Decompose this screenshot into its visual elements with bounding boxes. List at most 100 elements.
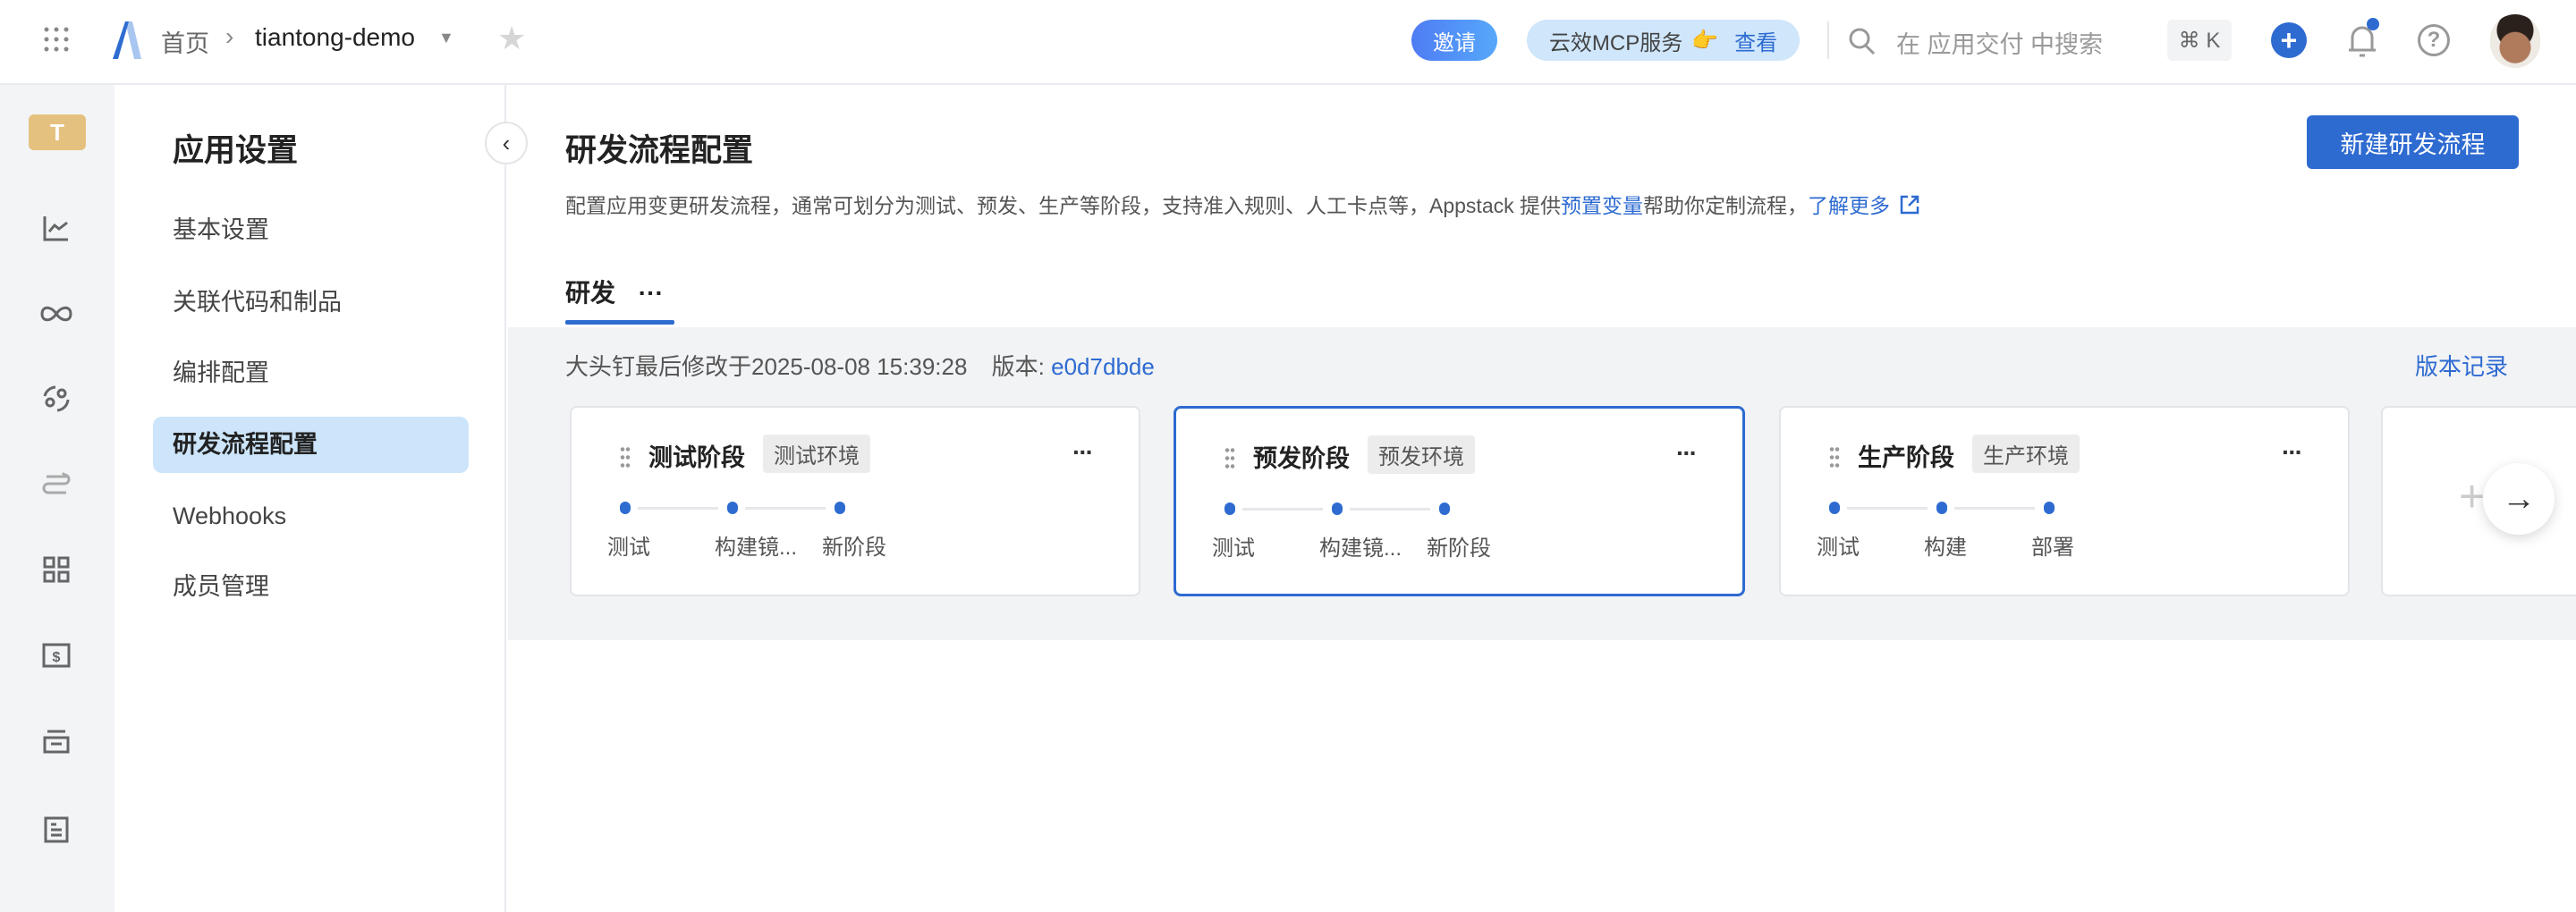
sidebar-item-members[interactable]: 成员管理 [173,569,269,604]
tab-more-icon[interactable]: ··· [639,279,664,307]
step-dot [835,502,845,514]
preset-variables-link[interactable]: 预置变量 [1561,194,1643,217]
sidebar-item-webhooks[interactable]: Webhooks [173,498,286,534]
document-icon[interactable] [36,809,77,850]
step-connector [1847,507,1928,510]
description-suffix: 帮助你定制流程， [1643,194,1808,217]
learn-more-link[interactable]: 了解更多 [1808,194,1890,217]
step-label[interactable]: 构建镜... [1319,530,1402,562]
search-placeholder: 在 应用交付 中搜索 [1896,31,2104,58]
more-icon[interactable]: ··· [2282,438,2303,467]
modified-info: 大头钉最后修改于2025-08-08 15:39:28 版本: e0d7dbde [565,349,1155,382]
step-dot [1224,502,1235,515]
project-avatar[interactable]: T [29,114,86,150]
step-label[interactable]: 部署 [2031,529,2074,561]
invite-button[interactable]: 邀请 [1411,20,1497,61]
modified-text: 大头钉最后修改于2025-08-08 15:39:28 [565,353,968,380]
search-icon [1849,28,1876,55]
top-bar: 首页 › tiantong-demo ▼ ★ 邀请 云效MCP服务 👉 查看 在… [0,0,2576,85]
step-connector [1350,508,1430,511]
step-label[interactable]: 测试 [1817,529,1860,561]
version-history-link[interactable]: 版本记录 [2415,349,2508,382]
mcp-service-pill[interactable]: 云效MCP服务 👉 查看 [1527,20,1800,61]
collapse-sidebar-button[interactable]: ‹ [485,122,528,165]
breadcrumb-home[interactable]: 首页 [161,24,209,59]
step-dot [1936,502,1947,514]
step-label[interactable]: 测试 [1212,530,1255,562]
step-dot [620,502,631,514]
plus-icon: + [2459,471,2486,521]
user-avatar[interactable] [2490,14,2540,68]
new-flow-label: 新建研发流程 [2340,131,2486,158]
step-connector [1242,508,1323,511]
step-label[interactable]: 新阶段 [1427,530,1491,562]
step-connector [745,507,826,510]
more-icon[interactable]: ··· [1676,439,1698,468]
scroll-right-button[interactable]: → [2483,463,2555,535]
stage-card-staging[interactable]: 预发阶段 预发环境 ··· 测试 构建镜... 新阶段 [1174,406,1745,596]
more-icon[interactable]: ··· [1072,438,1094,467]
sidebar-item-linked-code[interactable]: 关联代码和制品 [173,284,342,320]
project-name[interactable]: tiantong-demo [255,23,415,52]
tab-dev-label: 研发 [565,279,616,307]
flow-switch-icon[interactable] [36,464,77,505]
page-description: 配置应用变更研发流程，通常可划分为测试、预发、生产等阶段，支持准入规则、人工卡点… [565,189,1920,219]
step-dot [2044,502,2055,514]
version-label: 版本: [991,353,1045,380]
sidebar-item-basic-settings[interactable]: 基本设置 [173,212,269,248]
step-dot [1829,502,1840,514]
stage-name: 生产阶段 [1858,444,1954,471]
env-tag: 测试环境 [763,435,870,473]
env-tag: 生产环境 [1972,435,2080,473]
mcp-view-link[interactable]: 查看 [1734,25,1777,56]
svg-text:$: $ [53,650,61,665]
billing-dollar-icon[interactable]: $ [36,635,77,676]
stage-card-test[interactable]: 测试阶段 测试环境 ··· 测试 构建镜... 新阶段 [570,406,1140,596]
cycle-icon[interactable] [36,378,77,419]
shortcut-label: ⌘ K [2178,28,2221,53]
stage-name: 测试阶段 [648,444,745,471]
step-connector [638,507,718,510]
shortcut-badge: ⌘ K [2167,20,2232,61]
sidebar-title: 应用设置 [173,133,299,168]
drag-handle-icon[interactable] [1829,445,1840,469]
drag-handle-icon[interactable] [620,445,631,469]
archive-icon[interactable] [36,721,77,762]
grid-apps-icon[interactable] [36,549,77,590]
description-text: 配置应用变更研发流程，通常可划分为测试、预发、生产等阶段，支持准入规则、人工卡点… [565,194,1561,217]
star-icon[interactable]: ★ [497,20,526,57]
invite-label: 邀请 [1433,30,1476,55]
env-tag: 预发环境 [1368,435,1475,474]
step-connector [1954,507,2035,510]
step-dot [1439,502,1450,515]
stage-name: 预发阶段 [1253,445,1350,472]
chart-line-icon[interactable] [36,207,77,249]
version-link[interactable]: e0d7dbde [1051,353,1155,380]
infinity-icon[interactable] [36,293,77,334]
step-label[interactable]: 构建镜... [715,529,797,561]
caret-down-icon[interactable]: ▼ [438,29,454,47]
breadcrumb-chevron-icon: › [225,22,234,50]
sidebar-item-orchestration[interactable]: 编排配置 [173,355,269,391]
search-input[interactable]: 在 应用交付 中搜索 [1848,20,2116,61]
tab-dev[interactable]: 研发 ··· [565,274,664,309]
help-icon[interactable]: ? [2418,24,2450,56]
notification-dot [2367,18,2379,30]
app-logo[interactable] [109,20,145,65]
create-plus-button[interactable]: + [2271,22,2307,58]
step-label[interactable]: 测试 [607,529,650,561]
page-title: 研发流程配置 [565,133,754,168]
tab-underline [565,320,674,325]
new-flow-button[interactable]: 新建研发流程 [2307,115,2519,169]
step-label[interactable]: 新阶段 [822,529,886,561]
drag-handle-icon[interactable] [1224,446,1235,469]
apps-grid-icon[interactable] [41,24,72,55]
step-dot [727,502,738,514]
bell-icon[interactable] [2345,18,2379,59]
stage-card-production[interactable]: 生产阶段 生产环境 ··· 测试 构建 部署 [1779,406,2350,596]
step-label[interactable]: 构建 [1924,529,1967,561]
mcp-label: 云效MCP服务 [1548,30,1683,55]
sidebar-item-dev-flow[interactable]: 研发流程配置 [173,426,318,462]
project-avatar-letter: T [50,118,64,146]
external-link-icon[interactable] [1899,194,1920,215]
